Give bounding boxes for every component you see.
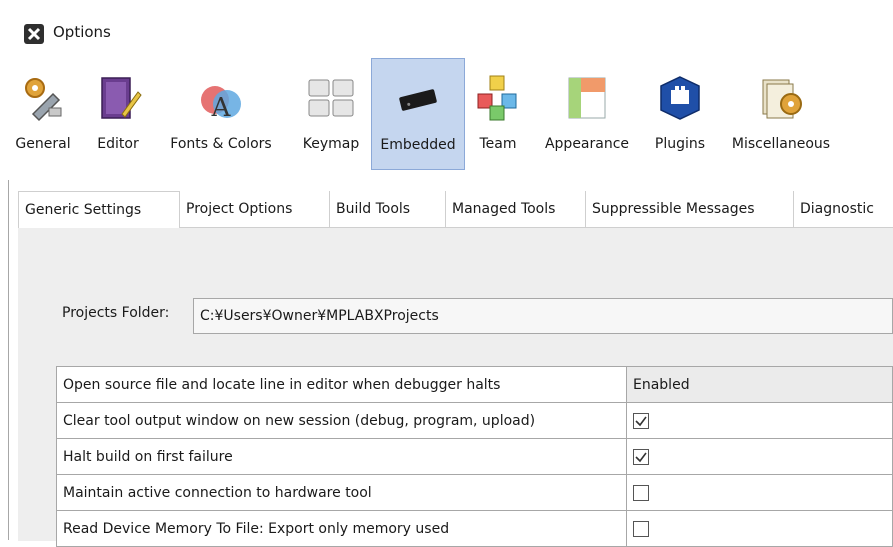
table-row: Maintain active connection to hardware t… [56,474,893,511]
general-icon [19,74,67,122]
appearance-icon [563,74,611,122]
category-appearance[interactable]: Appearance [531,58,643,170]
category-miscellaneous[interactable]: Miscellaneous [716,58,846,170]
plugin-icon [656,74,704,122]
setting-name: Halt build on first failure [56,438,627,475]
category-label: Keymap [302,136,360,152]
category-label: Embedded [380,137,456,153]
category-plugins[interactable]: Plugins [644,58,716,170]
halt-build-checkbox[interactable] [633,448,649,465]
category-fonts-colors[interactable]: A Fonts & Colors [150,58,292,170]
tab-project-options[interactable]: Project Options [180,191,330,227]
category-label: Plugins [654,136,706,152]
table-row: Open source file and locate line in edit… [56,366,893,403]
team-icon [474,74,522,122]
setting-name: Clear tool output window on new session … [56,402,627,439]
category-label: Miscellaneous [731,136,831,152]
export-memory-checkbox[interactable] [633,520,649,537]
category-embedded[interactable]: Embedded [371,58,465,170]
setting-name: Open source file and locate line in edit… [56,366,627,403]
chip-icon [394,75,442,123]
category-editor[interactable]: Editor [86,58,150,170]
app-icon [24,24,44,44]
panel-left-border [8,180,9,540]
category-label: Appearance [544,136,630,152]
tab-generic-settings[interactable]: Generic Settings [18,191,180,228]
fonts-colors-icon: A [197,74,245,123]
setting-value-dropdown[interactable]: Enabled [626,366,893,403]
editor-icon [94,74,142,122]
category-label: Fonts & Colors [170,136,272,152]
maintain-connection-checkbox[interactable] [633,484,649,501]
category-label: Editor [97,136,139,152]
clear-output-checkbox[interactable] [633,412,649,429]
category-team[interactable]: Team [466,58,530,170]
tab-suppressible-messages[interactable]: Suppressible Messages [586,191,794,227]
category-keymap[interactable]: Keymap [292,58,370,170]
settings-tabs: Generic Settings Project Options Build T… [18,191,893,228]
setting-name: Read Device Memory To File: Export only … [56,510,627,547]
keymap-icon [307,74,355,122]
table-row: Halt build on first failure [56,438,893,475]
tab-diagnostic[interactable]: Diagnostic [794,191,893,227]
tab-build-tools[interactable]: Build Tools [330,191,446,227]
table-row: Clear tool output window on new session … [56,402,893,439]
setting-name: Maintain active connection to hardware t… [56,474,627,511]
tab-managed-tools[interactable]: Managed Tools [446,191,586,227]
category-general[interactable]: General [0,58,86,170]
category-label: General [15,136,71,152]
table-row: Read Device Memory To File: Export only … [56,510,893,547]
window-title: Options [53,23,111,41]
category-label: Team [479,136,517,152]
svg-text:A: A [211,93,232,122]
miscellaneous-icon [757,74,805,122]
settings-table: Open source file and locate line in edit… [56,366,893,547]
projects-folder-field[interactable]: C:¥Users¥Owner¥MPLABXProjects [193,298,893,334]
projects-folder-label: Projects Folder: [62,305,170,321]
